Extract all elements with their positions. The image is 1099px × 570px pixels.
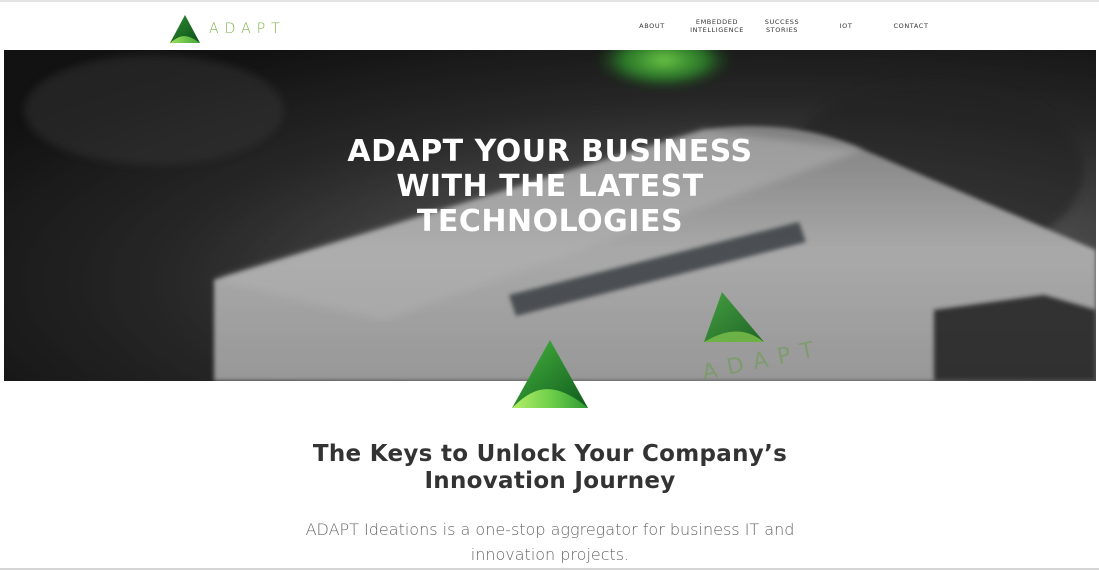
nav-iot-label: IOT (839, 22, 853, 30)
center-triangle-logo-icon (512, 340, 588, 408)
nav-success-stories[interactable]: SUCCESS STORIES (756, 2, 808, 50)
hero-title-line-3: TECHNOLOGIES (416, 204, 684, 239)
hero-title-line-2: WITH THE LATEST (396, 169, 704, 204)
main-nav: ABOUT EMBEDDED INTELLIGENCE SUCCESS STOR… (0, 2, 1099, 50)
section-description-line-1: ADAPT Ideations is a one-stop aggregator… (305, 520, 795, 539)
hero-banner: ADAPT ADAPT YOUR BUSINESS WITH THE LATES… (4, 50, 1096, 381)
nav-embedded-intelligence[interactable]: EMBEDDED INTELLIGENCE (686, 2, 748, 50)
nav-success-label-2: STORIES (765, 26, 799, 34)
nav-embedded-label-1: EMBEDDED (695, 18, 739, 26)
site-header: ADAPT ABOUT EMBEDDED INTELLIGENCE SUCCES… (0, 2, 1099, 50)
nav-about[interactable]: ABOUT (628, 2, 676, 50)
section-description-line-2: innovation projects. (470, 545, 630, 564)
nav-about-label: ABOUT (639, 22, 665, 30)
section-title-line-2: Innovation Journey (424, 468, 676, 494)
nav-success-label-1: SUCCESS (764, 18, 800, 26)
nav-embedded-label-2: INTELLIGENCE (690, 26, 744, 34)
section-description: ADAPT Ideations is a one-stop aggregator… (250, 517, 850, 567)
hero-title: ADAPT YOUR BUSINESS WITH THE LATEST TECH… (250, 134, 850, 239)
section-title-line-1: The Keys to Unlock Your Company’s (312, 441, 788, 467)
nav-contact[interactable]: CONTACT (886, 2, 936, 50)
nav-iot[interactable]: IOT (830, 2, 862, 50)
section-title: The Keys to Unlock Your Company’s Innova… (250, 441, 850, 495)
nav-contact-label: CONTACT (893, 22, 929, 30)
hero-title-line-1: ADAPT YOUR BUSINESS (347, 134, 753, 169)
